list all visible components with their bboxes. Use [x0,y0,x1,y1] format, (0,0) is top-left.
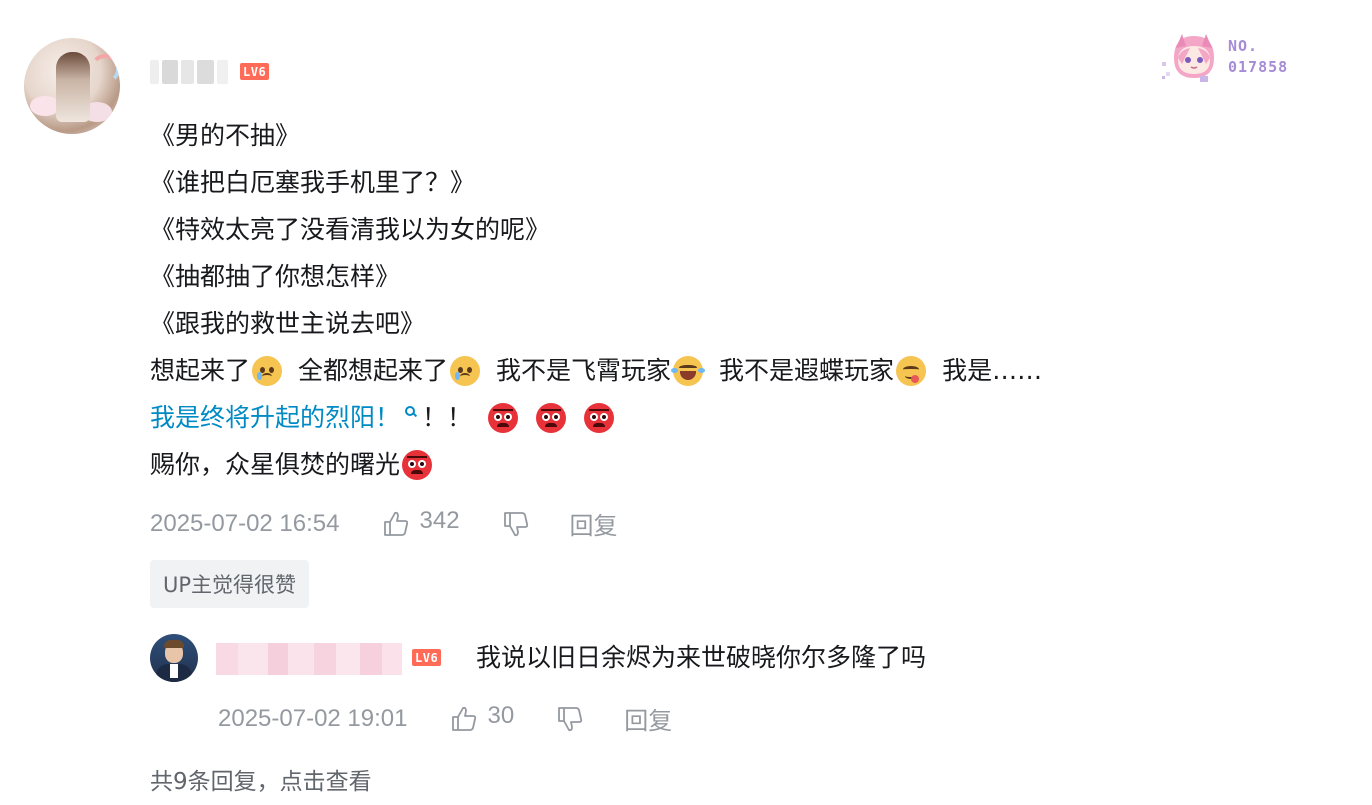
angry-face-emoji [584,402,615,433]
thumb-up-icon [383,511,408,536]
dislike-button[interactable] [556,705,584,733]
search-icon[interactable] [402,405,416,430]
search-keyword-link[interactable]: 我是终将升起的烈阳！ [150,394,400,441]
reply-button[interactable]: 回复 [570,506,618,541]
comment-text: 赐你，众星俱焚的曙光 [150,450,401,479]
angry-face-emoji [402,449,433,480]
more-replies-count: 共9条回复， [150,769,280,795]
comment-text: 想起来了 [150,356,251,385]
up-liked-tag: UP主觉得很赞 [150,560,310,608]
like-button[interactable]: 30 [450,701,515,733]
like-count: 30 [487,701,515,729]
reply-text: 我说以旧日余烬为来世破晓你尔多隆了吗 [476,643,927,672]
reply-meta: 2025-07-02 19:01 30 回复 [218,701,672,736]
fan-badge-no-label: NO. [1228,37,1259,55]
comment-text: 我不是飞霄玩家 [496,356,672,385]
tongue-face-emoji [896,355,927,386]
comment-time: 2025-07-02 16:54 [150,509,340,537]
thumb-down-icon [558,706,583,731]
username-redacted[interactable] [150,60,228,84]
comment-line: 想起来了 全都想起来了 我不是飞霄玩家 我不是遐蝶玩家 我是…… [150,347,1042,394]
view-replies-link[interactable]: 点击查看 [280,769,372,795]
crying-face-emoji [450,355,481,386]
reply-username-redacted[interactable] [216,643,402,675]
comment-line: 《抽都抽了你想怎样》 [150,262,401,291]
more-replies[interactable]: 共9条回复，点击查看 [150,764,372,800]
like-count: 342 [419,506,460,534]
crying-face-emoji [252,355,283,386]
comment-line: 我是终将升起的烈阳！ ！！ [150,394,1042,441]
reply-time: 2025-07-02 19:01 [218,704,408,732]
fan-badge-number: 017858 [1228,58,1289,76]
comment-text: 我是…… [942,356,1043,385]
level-badge: LV6 [412,649,442,666]
angry-face-emoji [488,402,519,433]
comment-line: 《跟我的救世主说去吧》 [150,309,426,338]
laughing-face-emoji [671,355,706,386]
reply-button[interactable]: 回复 [624,701,672,736]
dislike-button[interactable] [502,510,530,538]
comment-text: 我不是遐蝶玩家 [719,356,895,385]
comment-text: ！！ [422,403,473,432]
comment-thread: LV6 NO. 017858 《男的不抽》 《谁把白厄塞我手机里了？》 《特效太… [0,0,1372,805]
avatar[interactable] [24,38,120,134]
fan-badge[interactable]: NO. 017858 [1156,28,1326,84]
comment-line: 赐你，众星俱焚的曙光 [150,441,1042,488]
comment-line: 《特效太亮了没看清我以为女的呢》 [150,215,551,244]
thumb-down-icon [503,511,528,536]
chibi-character-icon [1162,34,1214,82]
reply-avatar[interactable] [150,634,198,682]
angry-face-emoji [536,402,567,433]
comment-line: 《男的不抽》 [150,121,301,150]
level-badge: LV6 [240,63,270,80]
like-button[interactable]: 342 [382,506,460,538]
thumb-up-icon [451,706,476,731]
comment-content: 《男的不抽》 《谁把白厄塞我手机里了？》 《特效太亮了没看清我以为女的呢》 《抽… [150,112,1042,488]
comment-text: 全都想起来了 [298,356,449,385]
comment-line: 《谁把白厄塞我手机里了？》 [150,168,476,197]
comment-meta: 2025-07-02 16:54 342 回复 [150,506,618,541]
